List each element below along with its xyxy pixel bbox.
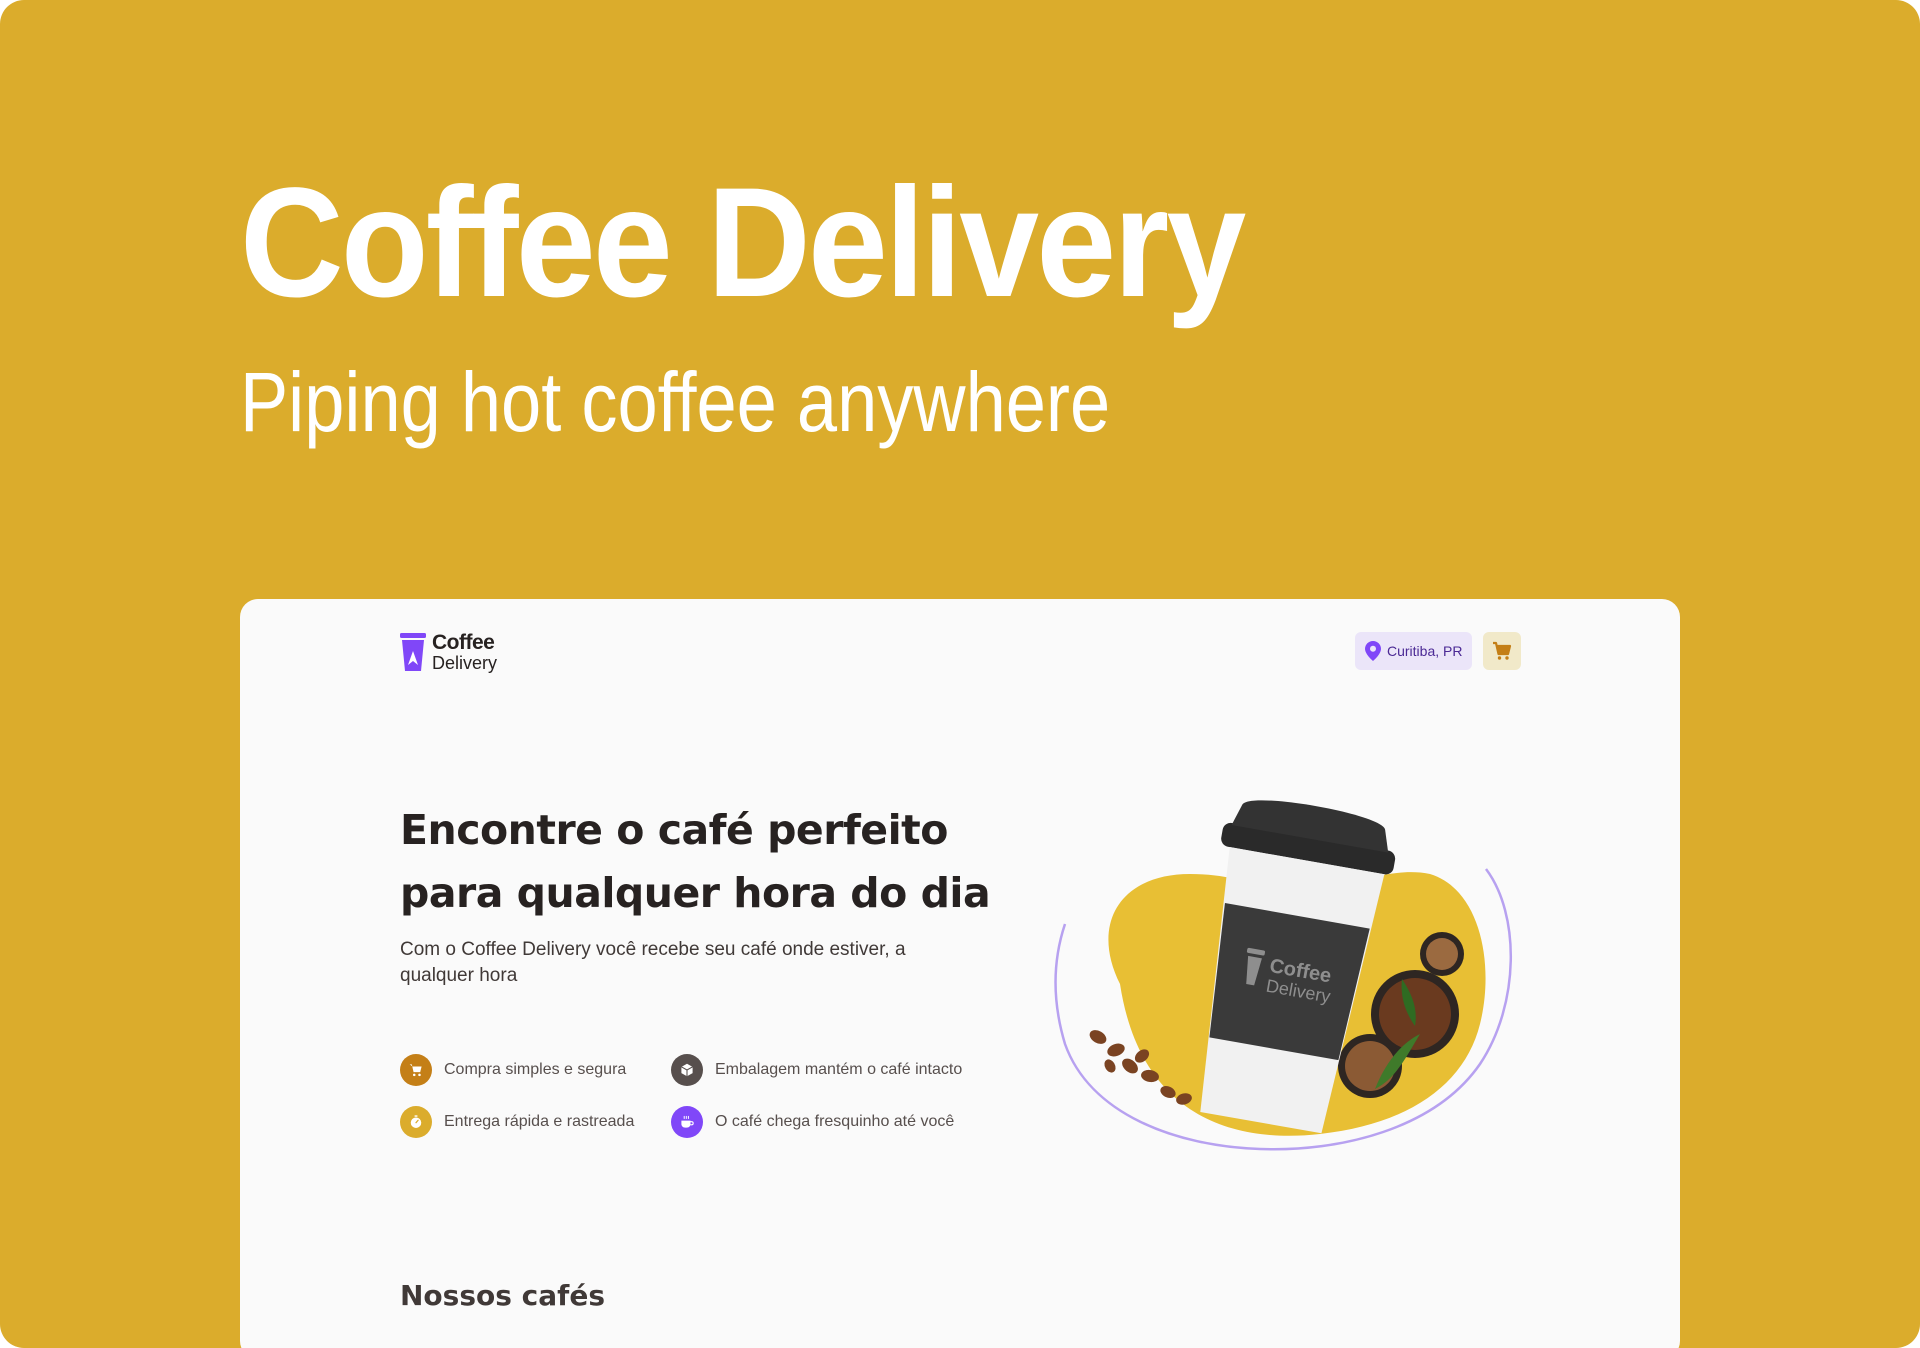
section-title: Nossos cafés: [400, 1279, 605, 1312]
feature-item: Compra simples e segura: [400, 1054, 626, 1086]
map-pin-icon: [1365, 641, 1381, 661]
logo[interactable]: Coffee Delivery: [400, 631, 497, 673]
cart-button[interactable]: [1483, 632, 1521, 670]
app-preview: Coffee Delivery Curitiba, PR Encontre o …: [240, 599, 1680, 1348]
banner-subtitle: Piping hot coffee anywhere: [240, 355, 1111, 449]
location-label: Curitiba, PR: [1387, 643, 1463, 659]
intro-title: Encontre o café perfeito para qualquer h…: [400, 806, 991, 917]
feature-item: Entrega rápida e rastreada: [400, 1106, 634, 1138]
logo-line2: Delivery: [432, 653, 498, 673]
coffee-cup-logo-icon: [400, 633, 426, 671]
feature-item: Embalagem mantém o café intacto: [671, 1054, 962, 1086]
package-icon: [671, 1054, 703, 1086]
feature-label: O café chega fresquinho até você: [715, 1113, 955, 1130]
logo-line1: Coffee: [432, 631, 495, 654]
intro-description: Com o Coffee Delivery você recebe seu ca…: [400, 939, 906, 986]
timer-icon: [400, 1106, 432, 1138]
banner: Coffee Delivery Piping hot coffee anywhe…: [0, 0, 1920, 1348]
feature-label: Entrega rápida e rastreada: [444, 1113, 635, 1130]
coffee-icon: [671, 1106, 703, 1138]
feature-label: Compra simples e segura: [444, 1061, 627, 1078]
banner-title: Coffee Delivery: [240, 156, 1246, 330]
location-button[interactable]: Curitiba, PR: [1355, 632, 1473, 670]
shopping-cart-icon: [1493, 641, 1512, 660]
feature-item: O café chega fresquinho até você: [671, 1106, 954, 1138]
coffee-cup-illustration: Coffee Delivery: [1054, 800, 1513, 1151]
shopping-cart-icon: [400, 1054, 432, 1086]
feature-label: Embalagem mantém o café intacto: [715, 1061, 963, 1078]
